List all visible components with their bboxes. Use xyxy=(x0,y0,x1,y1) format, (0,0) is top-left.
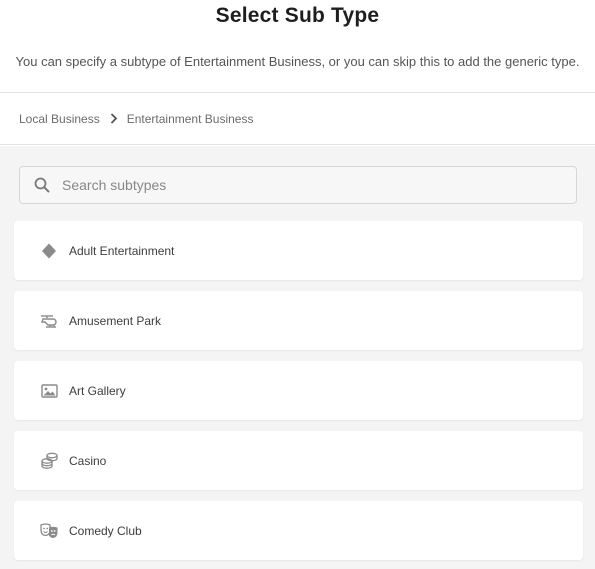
coins-icon xyxy=(39,451,59,471)
chevron-right-icon xyxy=(110,113,118,124)
helicopter-icon xyxy=(39,311,59,331)
search-input[interactable] xyxy=(60,169,544,201)
subtype-label: Amusement Park xyxy=(69,313,162,328)
image-icon xyxy=(39,381,59,401)
breadcrumb: Local Business Entertainment Business xyxy=(0,93,595,145)
subtype-item-amusement-park[interactable]: Amusement Park xyxy=(14,291,583,350)
diamond-icon xyxy=(39,241,59,261)
search-icon xyxy=(34,177,50,193)
subtype-label: Art Gallery xyxy=(69,383,126,398)
breadcrumb-entertainment-business: Entertainment Business xyxy=(126,111,254,126)
search-box[interactable] xyxy=(19,166,577,204)
page-subtitle: You can specify a subtype of Entertainme… xyxy=(15,54,580,69)
subtype-label: Adult Entertainment xyxy=(69,243,175,258)
breadcrumb-local-business[interactable]: Local Business xyxy=(19,112,100,126)
subtype-item-adult-entertainment[interactable]: Adult Entertainment xyxy=(14,221,583,280)
header: Select Sub Type You can specify a subtyp… xyxy=(0,0,595,93)
subtype-label: Casino xyxy=(69,453,107,468)
subtype-list-panel: Adult Entertainment Amusement Park Art G… xyxy=(0,146,595,569)
subtype-item-casino[interactable]: Casino xyxy=(14,431,583,490)
page-title: Select Sub Type xyxy=(215,4,380,27)
subtype-item-comedy-club[interactable]: Comedy Club xyxy=(14,501,583,560)
subtype-label: Comedy Club xyxy=(69,523,142,538)
theater-masks-icon xyxy=(39,521,59,541)
subtype-item-art-gallery[interactable]: Art Gallery xyxy=(14,361,583,420)
